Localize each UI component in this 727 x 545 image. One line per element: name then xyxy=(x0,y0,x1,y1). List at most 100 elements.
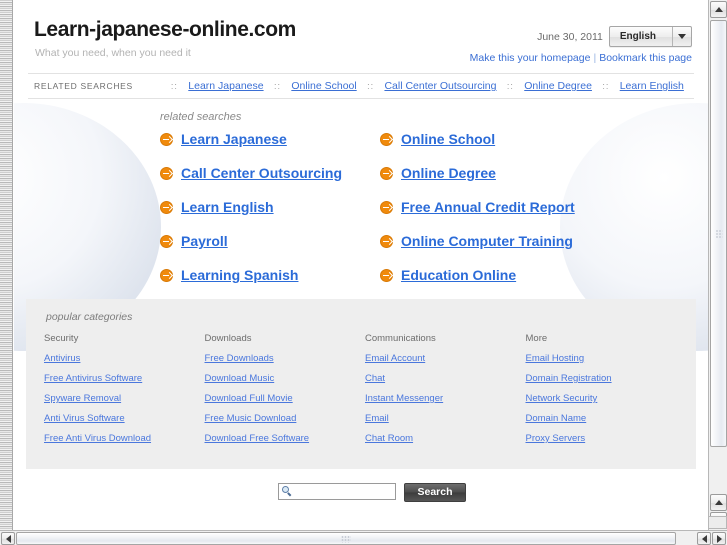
arrow-right-circle-icon xyxy=(160,234,173,248)
category-link-instant-messenger[interactable]: Instant Messenger xyxy=(365,393,518,404)
related-link-education-online[interactable]: Education Online xyxy=(401,267,516,283)
category-link-email[interactable]: Email xyxy=(365,413,518,424)
chevron-down-icon xyxy=(672,27,691,46)
strip-link-learn-english[interactable]: Learn English xyxy=(620,80,684,92)
category-link-download-free-software[interactable]: Download Free Software xyxy=(205,433,358,444)
scrollbar-corner xyxy=(708,516,727,529)
language-select[interactable]: English xyxy=(608,26,692,47)
category-title: More xyxy=(525,333,548,345)
related-search-item[interactable]: Learning Spanish xyxy=(160,267,380,283)
category-link-email-account[interactable]: Email Account xyxy=(365,353,518,364)
scroll-left-button-secondary[interactable] xyxy=(697,532,711,545)
search-button[interactable]: Search xyxy=(404,483,466,503)
category-link-network-security[interactable]: Network Security xyxy=(526,393,679,404)
search-icon xyxy=(282,486,293,497)
category-link-chat[interactable]: Chat xyxy=(365,373,518,384)
related-search-item[interactable]: Learn English xyxy=(160,199,380,215)
arrow-right-circle-icon xyxy=(160,200,173,214)
strip-link-online-school[interactable]: Online School xyxy=(291,80,356,92)
category-link-domain-registration[interactable]: Domain Registration xyxy=(526,373,679,384)
left-gutter-artifact xyxy=(0,0,13,530)
related-searches-strip-links: :: Learn Japanese :: Online School :: Ca… xyxy=(171,80,688,92)
search-box[interactable] xyxy=(278,483,397,501)
strip-link-call-center-outsourcing[interactable]: Call Center Outsourcing xyxy=(384,80,496,92)
category-link-email-hosting[interactable]: Email Hosting xyxy=(526,353,679,364)
site-header: Learn-japanese-online.com What you need,… xyxy=(14,18,708,64)
arrow-right-circle-icon xyxy=(160,132,173,146)
related-search-item[interactable]: Free Annual Credit Report xyxy=(380,199,694,215)
category-title: Security xyxy=(44,333,79,345)
related-link-call-center-outsourcing[interactable]: Call Center Outsourcing xyxy=(181,165,342,181)
related-searches-heading: related searches xyxy=(160,111,242,124)
category-column-communications: Communications Email Account Chat Instan… xyxy=(365,333,518,453)
related-link-online-computer-training[interactable]: Online Computer Training xyxy=(401,233,573,249)
category-link-download-music[interactable]: Download Music xyxy=(205,373,358,384)
category-link-spyware-removal[interactable]: Spyware Removal xyxy=(44,393,197,404)
arrow-right-circle-icon xyxy=(380,200,393,214)
strip-dots: :: xyxy=(506,81,514,92)
strip-link-learn-japanese[interactable]: Learn Japanese xyxy=(188,80,263,92)
related-search-item[interactable]: Online School xyxy=(380,131,694,147)
scroll-left-button[interactable] xyxy=(1,532,15,545)
category-title: Downloads xyxy=(204,333,252,345)
related-link-learn-japanese[interactable]: Learn Japanese xyxy=(181,131,287,147)
current-date: June 30, 2011 xyxy=(537,30,603,43)
bookmark-page-link[interactable]: Bookmark this page xyxy=(599,52,692,64)
scroll-up-button-secondary[interactable] xyxy=(710,494,727,511)
scrollbar-grip-icon xyxy=(715,229,722,238)
related-search-item[interactable]: Call Center Outsourcing xyxy=(160,165,380,181)
category-link-chat-room[interactable]: Chat Room xyxy=(365,433,518,444)
horizontal-scrollbar-thumb[interactable] xyxy=(16,532,676,545)
related-search-item[interactable]: Online Computer Training xyxy=(380,233,694,249)
scrollbar-grip-icon xyxy=(341,535,351,542)
related-search-item[interactable]: Learn Japanese xyxy=(160,131,380,147)
related-search-item[interactable]: Payroll xyxy=(160,233,380,249)
related-link-free-annual-credit-report[interactable]: Free Annual Credit Report xyxy=(401,199,575,215)
category-link-free-anti-virus-download[interactable]: Free Anti Virus Download xyxy=(44,433,197,444)
category-link-domain-name[interactable]: Domain Name xyxy=(526,413,679,424)
strip-link-online-degree[interactable]: Online Degree xyxy=(524,80,592,92)
browser-viewport: Learn-japanese-online.com What you need,… xyxy=(0,0,727,545)
footer-search-area: Search xyxy=(14,483,708,503)
category-link-anti-virus-software[interactable]: Anti Virus Software xyxy=(44,413,197,424)
category-column-more: More Email Hosting Domain Registration N… xyxy=(526,333,679,453)
arrow-right-circle-icon xyxy=(380,234,393,248)
category-link-download-full-movie[interactable]: Download Full Movie xyxy=(205,393,358,404)
language-select-value: English xyxy=(619,31,656,42)
related-link-learn-english[interactable]: Learn English xyxy=(181,199,274,215)
arrow-right-circle-icon xyxy=(380,132,393,146)
category-link-free-downloads[interactable]: Free Downloads xyxy=(205,353,358,364)
popular-categories-heading: popular categories xyxy=(46,311,133,324)
related-link-payroll[interactable]: Payroll xyxy=(181,233,228,249)
strip-dots: :: xyxy=(367,81,375,92)
category-link-free-antivirus-software[interactable]: Free Antivirus Software xyxy=(44,373,197,384)
category-title: Communications xyxy=(365,333,436,345)
related-link-learning-spanish[interactable]: Learning Spanish xyxy=(181,267,298,283)
related-link-online-school[interactable]: Online School xyxy=(401,131,495,147)
popular-categories-panel: popular categories Security Antivirus Fr… xyxy=(26,299,696,470)
vertical-scrollbar[interactable] xyxy=(708,0,727,530)
header-utility-area: June 30, 2011 English Make this your hom… xyxy=(470,26,692,64)
category-column-security: Security Antivirus Free Antivirus Softwa… xyxy=(44,333,197,453)
related-link-online-degree[interactable]: Online Degree xyxy=(401,165,496,181)
scroll-right-button[interactable] xyxy=(712,532,726,545)
category-link-proxy-servers[interactable]: Proxy Servers xyxy=(526,433,679,444)
popular-categories-grid: Security Antivirus Free Antivirus Softwa… xyxy=(44,333,678,453)
strip-dots: :: xyxy=(170,81,178,92)
strip-dots: :: xyxy=(273,81,281,92)
category-link-antivirus[interactable]: Antivirus xyxy=(44,353,197,364)
horizontal-scrollbar[interactable] xyxy=(0,530,727,545)
related-search-item[interactable]: Online Degree xyxy=(380,165,694,181)
category-link-free-music-download[interactable]: Free Music Download xyxy=(205,413,358,424)
category-column-downloads: Downloads Free Downloads Download Music … xyxy=(205,333,358,453)
make-homepage-link[interactable]: Make this your homepage xyxy=(470,52,591,64)
page-canvas: Learn-japanese-online.com What you need,… xyxy=(14,0,708,530)
vertical-scrollbar-thumb[interactable] xyxy=(710,20,727,447)
scroll-up-button[interactable] xyxy=(710,1,727,18)
related-searches-label: RELATED SEARCHES xyxy=(34,81,133,92)
header-links: Make this your homepage | Bookmark this pa… xyxy=(470,52,692,64)
arrow-right-circle-icon xyxy=(160,268,173,282)
arrow-right-circle-icon xyxy=(160,166,173,180)
search-input[interactable] xyxy=(293,485,393,499)
related-search-item[interactable]: Education Online xyxy=(380,267,694,283)
